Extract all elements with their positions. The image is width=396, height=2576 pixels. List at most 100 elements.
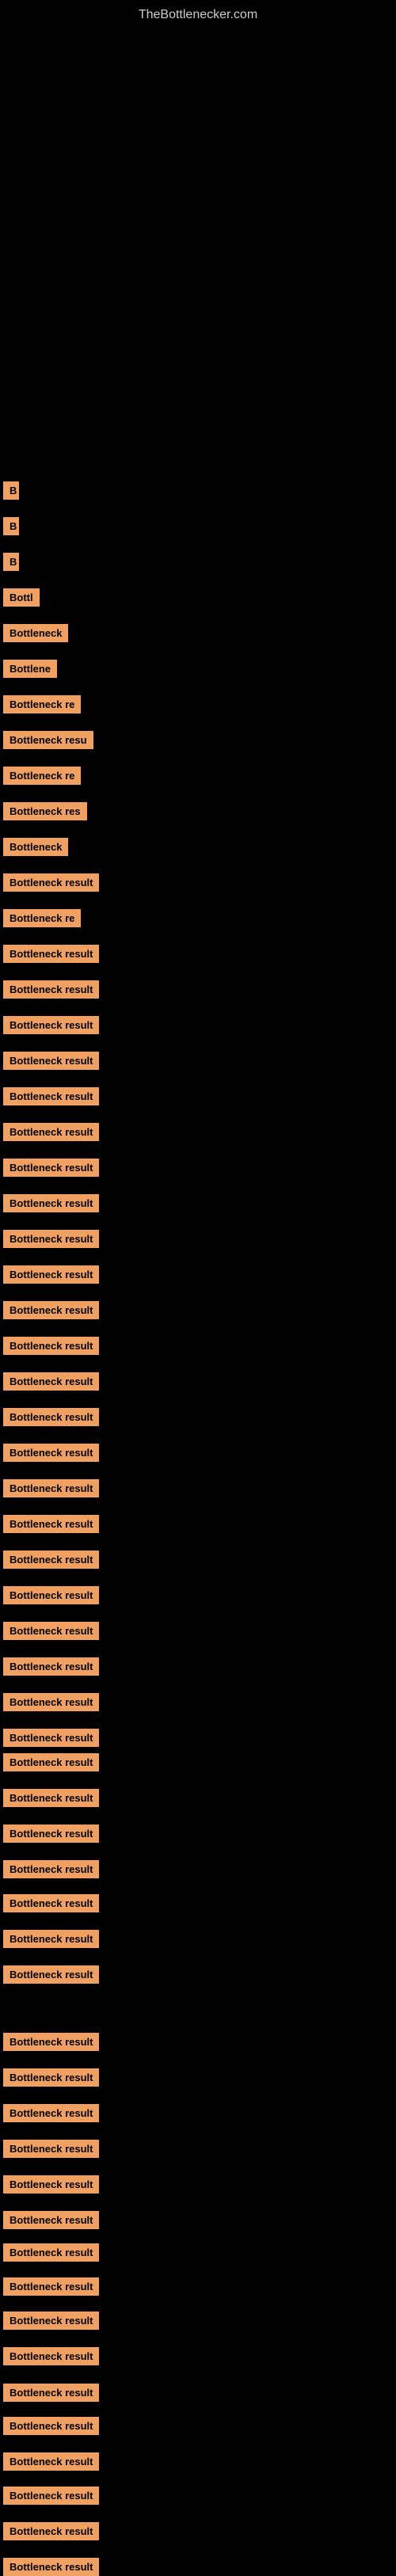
bottleneck-label: B: [3, 517, 19, 535]
list-item: B: [3, 553, 19, 571]
list-item: Bottleneck result: [3, 1894, 99, 1912]
list-item: Bottleneck result: [3, 2522, 99, 2540]
bottleneck-label: B: [3, 481, 19, 500]
bottleneck-label: Bottleneck result: [3, 2243, 99, 2262]
list-item: Bottleneck result: [3, 1265, 99, 1284]
bottleneck-label: Bottleneck result: [3, 1408, 99, 1426]
list-item: Bottleneck result: [3, 2175, 99, 2194]
list-item: Bottleneck result: [3, 1789, 99, 1807]
list-item: Bottl: [3, 588, 40, 607]
list-item: Bottleneck result: [3, 1479, 99, 1497]
list-item: Bottleneck result: [3, 1444, 99, 1462]
list-item: Bottleneck result: [3, 2277, 99, 2296]
bottleneck-label: Bottleneck result: [3, 1622, 99, 1640]
list-item: Bottleneck result: [3, 2347, 99, 2365]
bottleneck-label: Bottleneck: [3, 838, 68, 856]
list-item: Bottleneck result: [3, 1016, 99, 1034]
bottleneck-label: Bottleneck result: [3, 2522, 99, 2540]
list-item: Bottleneck resu: [3, 731, 93, 749]
bottleneck-label: Bottleneck result: [3, 1825, 99, 1843]
bottleneck-label: Bottleneck result: [3, 2068, 99, 2087]
bottleneck-label: Bottleneck result: [3, 873, 99, 892]
bottleneck-label: Bottleneck result: [3, 1515, 99, 1533]
list-item: Bottlene: [3, 660, 57, 678]
bottleneck-label: Bottleneck result: [3, 2384, 99, 2402]
list-item: Bottleneck result: [3, 2558, 99, 2576]
bottleneck-label: Bottleneck result: [3, 1372, 99, 1391]
list-item: Bottleneck result: [3, 1372, 99, 1391]
bottleneck-label: Bottleneck result: [3, 1444, 99, 1462]
site-title: TheBottlenecker.com: [0, 0, 396, 30]
bottleneck-label: Bottlene: [3, 660, 57, 678]
bottleneck-label: Bottleneck result: [3, 2347, 99, 2365]
bottleneck-label: Bottleneck result: [3, 1789, 99, 1807]
list-item: Bottleneck result: [3, 2243, 99, 2262]
bottleneck-label: Bottleneck: [3, 624, 68, 642]
bottleneck-label: Bottleneck resu: [3, 731, 93, 749]
bottleneck-label: Bottleneck result: [3, 2140, 99, 2158]
list-item: Bottleneck re: [3, 909, 81, 927]
list-item: Bottleneck result: [3, 1052, 99, 1070]
list-item: Bottleneck result: [3, 1194, 99, 1212]
list-item: Bottleneck result: [3, 2033, 99, 2051]
list-item: Bottleneck result: [3, 1930, 99, 1948]
list-item: Bottleneck result: [3, 2068, 99, 2087]
list-item: Bottleneck result: [3, 1586, 99, 1604]
list-item: Bottleneck result: [3, 2384, 99, 2402]
bottleneck-label: Bottleneck result: [3, 2104, 99, 2122]
bottleneck-label: Bottleneck result: [3, 1194, 99, 1212]
bottleneck-label: Bottleneck result: [3, 980, 99, 999]
bottleneck-label: Bottleneck result: [3, 1087, 99, 1105]
bottleneck-label: Bottleneck result: [3, 1016, 99, 1034]
bottleneck-label: Bottleneck result: [3, 2277, 99, 2296]
bottleneck-label: Bottleneck res: [3, 802, 87, 820]
list-item: Bottleneck result: [3, 1337, 99, 1355]
page-container: TheBottlenecker.com BBBBottlBottleneckBo…: [0, 0, 396, 2564]
list-item: Bottleneck result: [3, 2104, 99, 2122]
list-item: Bottleneck result: [3, 1965, 99, 1984]
bottleneck-label: Bottleneck result: [3, 2558, 99, 2576]
bottleneck-label: Bottleneck result: [3, 1123, 99, 1141]
list-item: Bottleneck result: [3, 2417, 99, 2435]
bottleneck-label: Bottleneck result: [3, 1337, 99, 1355]
bottleneck-label: Bottleneck result: [3, 1479, 99, 1497]
bottleneck-label: Bottleneck result: [3, 2175, 99, 2194]
bottleneck-label: Bottleneck result: [3, 2312, 99, 2330]
bottleneck-label: Bottleneck result: [3, 1657, 99, 1676]
list-item: B: [3, 481, 19, 500]
list-item: Bottleneck result: [3, 2140, 99, 2158]
bottleneck-label: Bottleneck result: [3, 1551, 99, 1569]
bottleneck-label: Bottleneck result: [3, 2452, 99, 2471]
list-item: Bottleneck result: [3, 1408, 99, 1426]
list-item: Bottleneck re: [3, 767, 81, 785]
list-item: Bottleneck result: [3, 1087, 99, 1105]
bottleneck-label: Bottleneck result: [3, 2487, 99, 2505]
bottleneck-label: Bottleneck result: [3, 1753, 99, 1771]
bottleneck-label: Bottleneck result: [3, 1894, 99, 1912]
list-item: Bottleneck result: [3, 1622, 99, 1640]
list-item: Bottleneck result: [3, 873, 99, 892]
list-item: Bottleneck: [3, 838, 68, 856]
list-item: Bottleneck result: [3, 1753, 99, 1771]
list-item: Bottleneck result: [3, 1301, 99, 1319]
bottleneck-label: Bottleneck result: [3, 1860, 99, 1878]
list-item: Bottleneck result: [3, 1693, 99, 1711]
bottleneck-label: Bottleneck result: [3, 1965, 99, 1984]
bottleneck-label: Bottleneck re: [3, 695, 81, 713]
bottleneck-label: Bottleneck result: [3, 1301, 99, 1319]
list-item: Bottleneck result: [3, 1123, 99, 1141]
list-item: Bottleneck result: [3, 1860, 99, 1878]
bottleneck-label: Bottleneck result: [3, 1159, 99, 1177]
bottleneck-label: Bottleneck result: [3, 1052, 99, 1070]
bottleneck-label: Bottleneck result: [3, 2211, 99, 2229]
bottleneck-label: Bottleneck re: [3, 909, 81, 927]
list-item: Bottleneck result: [3, 1230, 99, 1248]
bottleneck-label: Bottleneck result: [3, 2033, 99, 2051]
list-item: Bottleneck re: [3, 695, 81, 713]
list-item: Bottleneck result: [3, 2452, 99, 2471]
bottleneck-label: Bottleneck re: [3, 767, 81, 785]
bottleneck-label: Bottleneck result: [3, 945, 99, 963]
rows-container: BBBBottlBottleneckBottleneBottleneck reB…: [0, 30, 396, 2564]
bottleneck-label: Bottleneck result: [3, 1729, 99, 1747]
list-item: Bottleneck result: [3, 945, 99, 963]
